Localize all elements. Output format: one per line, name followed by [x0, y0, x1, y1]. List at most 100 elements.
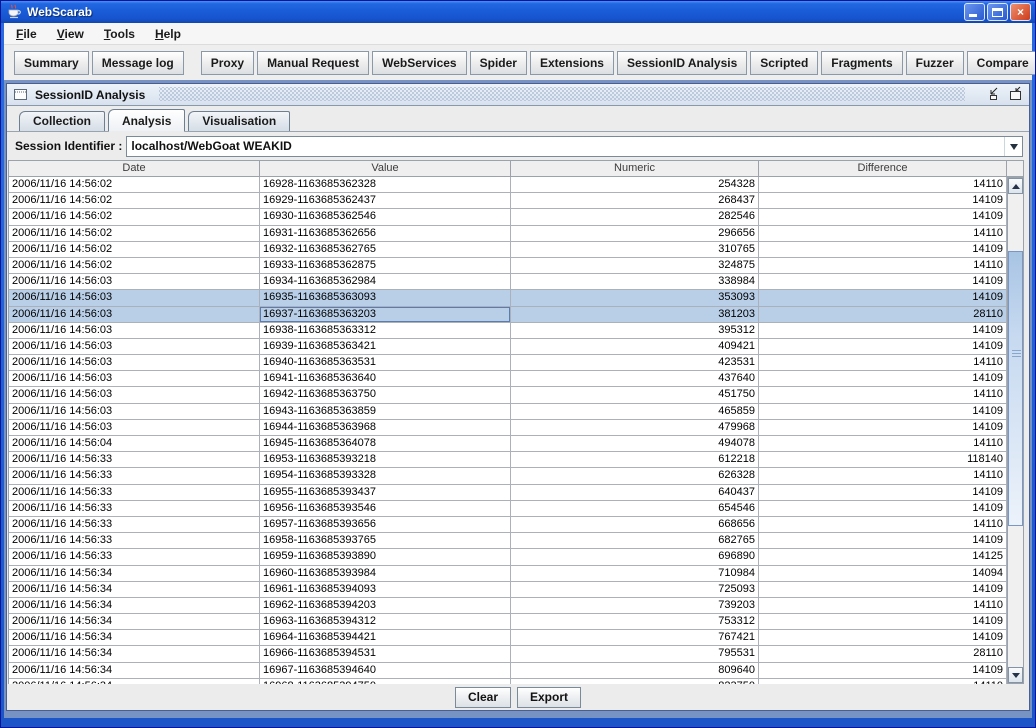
cell-date[interactable]: 2006/11/16 14:56:02 — [9, 177, 260, 194]
cell-value[interactable]: 16961-1163685394093 — [260, 581, 511, 598]
cell-date[interactable]: 2006/11/16 14:56:33 — [9, 452, 260, 469]
cell-value[interactable]: 16966-1163685394531 — [260, 646, 511, 663]
cell-difference[interactable]: 14109 — [759, 403, 1007, 420]
cell-value[interactable]: 16958-1163685393765 — [260, 533, 511, 550]
cell-numeric[interactable]: 451750 — [511, 387, 759, 404]
cell-difference[interactable]: 14109 — [759, 338, 1007, 356]
table-row[interactable]: 2006/11/16 14:56:03 16944-1163685363968 47… — [9, 419, 1007, 436]
table-row[interactable]: 2006/11/16 14:56:34 16962-1163685394203 73… — [9, 597, 1007, 615]
table-row[interactable]: 2006/11/16 14:56:02 16929-1163685362437 26… — [9, 193, 1007, 210]
cell-date[interactable]: 2006/11/16 14:56:34 — [9, 630, 260, 647]
cell-difference[interactable]: 14109 — [759, 371, 1007, 388]
cell-date[interactable]: 2006/11/16 14:56:03 — [9, 274, 260, 291]
menu-file[interactable]: File — [12, 25, 41, 43]
cell-value[interactable]: 16930-1163685362546 — [260, 209, 511, 226]
tab-visualisation[interactable]: Visualisation — [188, 111, 291, 131]
cell-date[interactable]: 2006/11/16 14:56:02 — [9, 193, 260, 210]
cell-value[interactable]: 16955-1163685393437 — [260, 484, 511, 501]
cell-difference[interactable]: 14110 — [759, 355, 1007, 372]
cell-numeric[interactable]: 725093 — [511, 581, 759, 598]
tab-analysis[interactable]: Analysis — [108, 109, 186, 132]
cell-value[interactable]: 16937-1163685363203 — [260, 306, 511, 323]
cell-difference[interactable]: 14094 — [759, 565, 1007, 582]
cell-difference[interactable]: 14109 — [759, 630, 1007, 647]
cell-date[interactable]: 2006/11/16 14:56:34 — [9, 662, 260, 679]
maximize-button[interactable] — [987, 3, 1008, 21]
cell-value[interactable]: 16957-1163685393656 — [260, 516, 511, 534]
table-row[interactable]: 2006/11/16 14:56:33 16959-1163685393890 69… — [9, 549, 1007, 566]
frame-iconify-button[interactable] — [985, 86, 1001, 102]
cell-date[interactable]: 2006/11/16 14:56:33 — [9, 468, 260, 485]
cell-date[interactable]: 2006/11/16 14:56:03 — [9, 322, 260, 339]
cell-value[interactable]: 16929-1163685362437 — [260, 193, 511, 210]
menu-tools[interactable]: Tools — [100, 25, 139, 43]
table-row[interactable]: 2006/11/16 14:56:03 16937-1163685363203 38… — [9, 306, 1007, 323]
cell-difference[interactable]: 14109 — [759, 484, 1007, 501]
column-header-date[interactable]: Date — [8, 160, 260, 177]
table-row[interactable]: 2006/11/16 14:56:33 16955-1163685393437 64… — [9, 484, 1007, 501]
table-row[interactable]: 2006/11/16 14:56:02 16932-1163685362765 31… — [9, 241, 1007, 258]
cell-value[interactable]: 16945-1163685364078 — [260, 436, 511, 453]
table-row[interactable]: 2006/11/16 14:56:34 16967-1163685394640 80… — [9, 662, 1007, 679]
cell-difference[interactable]: 14110 — [759, 225, 1007, 242]
cell-numeric[interactable]: 753312 — [511, 614, 759, 631]
cell-value[interactable]: 16931-1163685362656 — [260, 225, 511, 242]
cell-difference[interactable]: 14109 — [759, 322, 1007, 339]
cell-numeric[interactable]: 338984 — [511, 274, 759, 291]
cell-difference[interactable]: 28110 — [759, 646, 1007, 663]
table-row[interactable]: 2006/11/16 14:56:03 16943-1163685363859 46… — [9, 403, 1007, 420]
cell-value[interactable]: 16953-1163685393218 — [260, 452, 511, 469]
table-body[interactable]: 2006/11/16 14:56:02 16928-1163685362328 25… — [8, 177, 1007, 684]
frame-maximize-button[interactable] — [1007, 86, 1023, 102]
cell-difference[interactable]: 14110 — [759, 597, 1007, 615]
column-header-numeric[interactable]: Numeric — [511, 160, 759, 177]
cell-date[interactable]: 2006/11/16 14:56:03 — [9, 403, 260, 420]
toolbar-button-compare[interactable]: Compare — [966, 50, 1035, 75]
table-row[interactable]: 2006/11/16 14:56:02 16931-1163685362656 29… — [9, 225, 1007, 242]
cell-value[interactable]: 16939-1163685363421 — [260, 338, 511, 356]
table-row[interactable]: 2006/11/16 14:56:34 16963-1163685394312 75… — [9, 614, 1007, 631]
internal-frame-titlebar[interactable]: SessionID Analysis — [7, 84, 1029, 106]
cell-difference[interactable]: 14110 — [759, 436, 1007, 453]
cell-numeric[interactable]: 626328 — [511, 468, 759, 485]
cell-date[interactable]: 2006/11/16 14:56:03 — [9, 290, 260, 307]
table-row[interactable]: 2006/11/16 14:56:33 16958-1163685393765 68… — [9, 533, 1007, 550]
table-row[interactable]: 2006/11/16 14:56:03 16938-1163685363312 39… — [9, 322, 1007, 339]
cell-numeric[interactable]: 809640 — [511, 662, 759, 679]
table-row[interactable]: 2006/11/16 14:56:33 16954-1163685393328 62… — [9, 468, 1007, 485]
cell-difference[interactable]: 14109 — [759, 241, 1007, 258]
cell-numeric[interactable]: 479968 — [511, 419, 759, 436]
cell-value[interactable]: 16959-1163685393890 — [260, 549, 511, 566]
cell-date[interactable]: 2006/11/16 14:56:03 — [9, 419, 260, 436]
cell-date[interactable]: 2006/11/16 14:56:03 — [9, 306, 260, 323]
scrollbar-thumb[interactable] — [1008, 251, 1023, 526]
cell-difference[interactable]: 14110 — [759, 516, 1007, 534]
session-identifier-combobox[interactable]: localhost/WebGoat WEAKID — [126, 135, 1023, 157]
cell-numeric[interactable]: 254328 — [511, 177, 759, 194]
cell-difference[interactable]: 14109 — [759, 533, 1007, 550]
cell-numeric[interactable]: 640437 — [511, 484, 759, 501]
cell-difference[interactable]: 14110 — [759, 257, 1007, 275]
cell-numeric[interactable]: 682765 — [511, 533, 759, 550]
cell-date[interactable]: 2006/11/16 14:56:02 — [9, 209, 260, 226]
cell-numeric[interactable]: 423531 — [511, 355, 759, 372]
cell-date[interactable]: 2006/11/16 14:56:03 — [9, 338, 260, 356]
cell-numeric[interactable]: 381203 — [511, 306, 759, 323]
cell-difference[interactable]: 14109 — [759, 419, 1007, 436]
cell-numeric[interactable]: 767421 — [511, 630, 759, 647]
cell-numeric[interactable]: 310765 — [511, 241, 759, 258]
cell-numeric[interactable]: 795531 — [511, 646, 759, 663]
cell-date[interactable]: 2006/11/16 14:56:33 — [9, 533, 260, 550]
cell-difference[interactable]: 14109 — [759, 500, 1007, 517]
toolbar-button-webservices[interactable]: WebServices — [372, 50, 467, 75]
cell-difference[interactable]: 14109 — [759, 274, 1007, 291]
table-row[interactable]: 2006/11/16 14:56:02 16933-1163685362875 32… — [9, 257, 1007, 275]
toolbar-button-extensions[interactable]: Extensions — [529, 50, 614, 75]
cell-numeric[interactable]: 353093 — [511, 290, 759, 307]
close-button[interactable]: × — [1010, 3, 1031, 21]
cell-value[interactable]: 16960-1163685393984 — [260, 565, 511, 582]
cell-difference[interactable]: 14109 — [759, 614, 1007, 631]
cell-numeric[interactable]: 668656 — [511, 516, 759, 534]
toolbar-button-summary[interactable]: Summary — [14, 50, 89, 75]
cell-value[interactable]: 16938-1163685363312 — [260, 322, 511, 339]
